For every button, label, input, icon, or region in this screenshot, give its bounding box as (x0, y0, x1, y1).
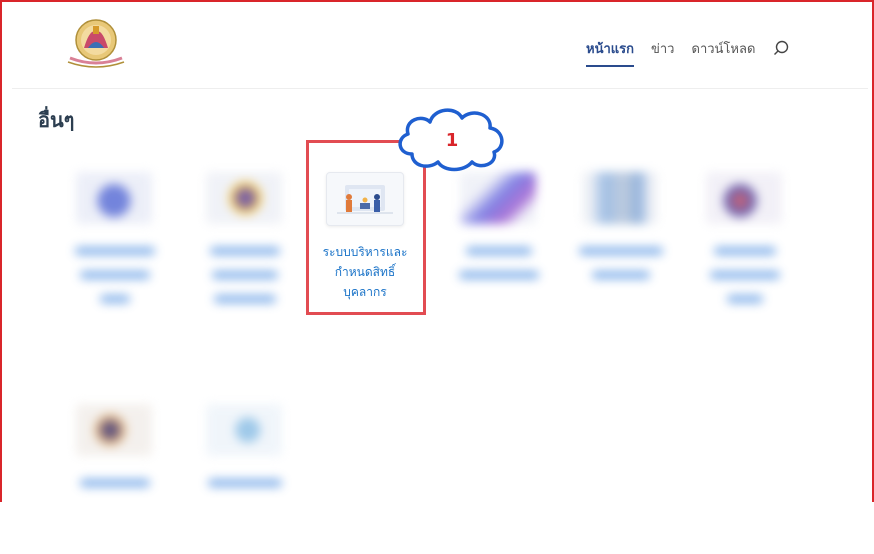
app-card-image (206, 404, 282, 456)
nav-news[interactable]: ข่าว (651, 38, 675, 59)
app-card-label (694, 242, 796, 314)
app-card-label (194, 474, 296, 498)
main-nav: หน้าแรก ข่าว ดาวน์โหลด (586, 38, 790, 67)
app-card-label (570, 242, 672, 290)
app-card-label (448, 242, 550, 290)
page-title: อื่นๆ (38, 108, 75, 132)
app-card-label (194, 242, 296, 314)
app-card-image (706, 172, 782, 224)
search-icon[interactable] (772, 39, 790, 57)
app-card-image (76, 172, 152, 224)
app-card-label (64, 242, 166, 314)
nav-home[interactable]: หน้าแรก (586, 38, 634, 67)
step-number: 1 (445, 130, 459, 151)
app-card-blurred-5[interactable] (694, 172, 796, 322)
app-card-blurred-6[interactable] (64, 404, 166, 554)
app-card-image (76, 404, 152, 456)
app-card-blurred-4[interactable] (570, 172, 672, 322)
app-card-blurred-7[interactable] (194, 404, 296, 554)
app-card-image (582, 172, 658, 224)
app-card-blurred-3[interactable] (448, 172, 550, 322)
app-card-label (64, 474, 166, 498)
department-logo[interactable] (58, 18, 134, 72)
frame-border-left (0, 0, 2, 502)
app-card-image (206, 172, 282, 224)
site-header: หน้าแรก ข่าว ดาวน์โหลด (12, 2, 868, 89)
app-card-blurred-2[interactable] (194, 172, 296, 322)
app-card-blurred-1[interactable] (64, 172, 166, 322)
nav-download[interactable]: ดาวน์โหลด (692, 38, 756, 59)
app-card-image (460, 172, 536, 224)
